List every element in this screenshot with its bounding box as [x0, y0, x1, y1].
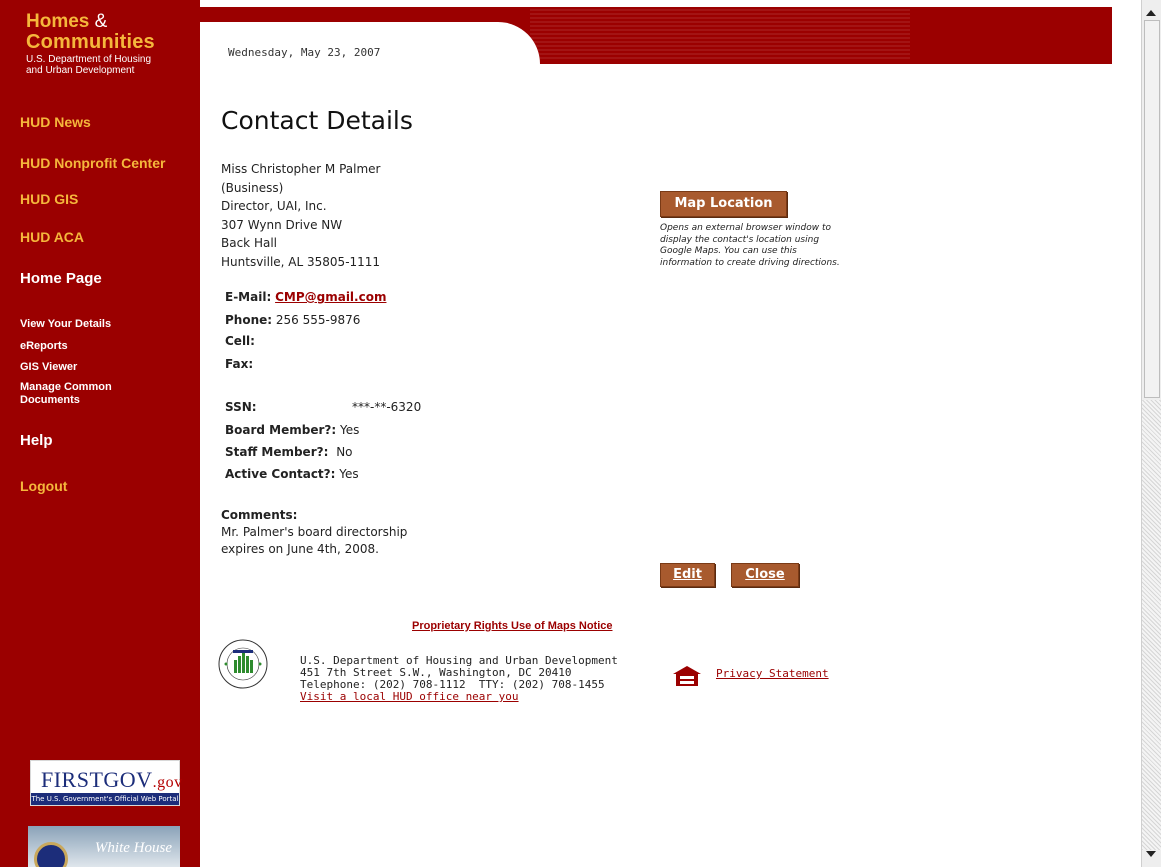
- sidebar-link-gis-viewer[interactable]: GIS Viewer: [20, 361, 77, 373]
- sidebar-link-logout[interactable]: Logout: [20, 478, 67, 494]
- firstgov-logo-text: FIRSTGOV: [41, 767, 153, 792]
- scroll-up-arrow-icon[interactable]: [1146, 10, 1156, 16]
- active-contact-value: Yes: [339, 467, 359, 481]
- vertical-scrollbar[interactable]: [1141, 0, 1161, 867]
- sidebar-link-view-your-details[interactable]: View Your Details: [20, 318, 111, 330]
- scroll-track[interactable]: [1142, 400, 1161, 850]
- email-link[interactable]: CMP@gmail.com: [275, 290, 386, 304]
- map-note-line: information to create driving directions…: [660, 257, 840, 268]
- address-line: Back Hall: [221, 236, 277, 250]
- staff-member-row: Staff Member?: No: [225, 445, 353, 459]
- cell-label: Cell:: [225, 334, 255, 348]
- hud-contact-info: U.S. Department of Housing and Urban Dev…: [300, 655, 618, 703]
- firstgov-logo[interactable]: FIRSTGOV.gov The U.S. Government's Offic…: [30, 760, 183, 806]
- sidebar-link-hud-nonprofit-center[interactable]: HUD Nonprofit Center: [20, 155, 165, 171]
- site-logo[interactable]: Homes & Communities U.S. Department of H…: [26, 11, 155, 77]
- sidebar-link-hud-news[interactable]: HUD News: [20, 114, 91, 130]
- address-line: Director, UAI, Inc.: [221, 199, 327, 213]
- header-date: Wednesday, May 23, 2007: [228, 46, 381, 59]
- board-member-value: Yes: [340, 423, 360, 437]
- map-location-button[interactable]: Map Location: [660, 191, 787, 217]
- presidential-seal-icon: [34, 842, 68, 867]
- header-stripe-decoration: [530, 9, 910, 59]
- sidebar-link-home-page[interactable]: Home Page: [20, 270, 102, 287]
- sidebar-link-ereports[interactable]: eReports: [20, 340, 68, 352]
- ssn-value: ***-**-6320: [352, 400, 422, 414]
- firstgov-logo-suffix: .gov: [152, 774, 183, 791]
- address-line: Miss Christopher M Palmer: [221, 162, 381, 176]
- phone-row: Phone: 256 555-9876: [225, 313, 360, 327]
- address-line: 307 Wynn Drive NW: [221, 217, 343, 232]
- maps-notice-link[interactable]: Proprietary Rights Use of Maps Notice: [412, 620, 613, 632]
- active-contact-row: Active Contact?: Yes: [225, 467, 359, 481]
- sidebar-link-documents[interactable]: Documents: [20, 394, 80, 406]
- comments-label: Comments:: [221, 508, 298, 522]
- board-member-label: Board Member?:: [225, 423, 337, 437]
- local-hud-office-link[interactable]: Visit a local HUD office near you: [300, 690, 519, 703]
- phone-label: Phone:: [225, 313, 273, 327]
- board-member-row: Board Member?: Yes: [225, 423, 359, 437]
- email-row: E-Mail: CMP@gmail.com: [225, 290, 386, 304]
- phone-value: 256 555-9876: [275, 313, 361, 327]
- equal-housing-icon: [673, 666, 701, 686]
- brand-title-line1: Homes: [26, 11, 90, 32]
- email-label: E-Mail:: [225, 290, 272, 304]
- page-title: Contact Details: [221, 106, 413, 135]
- fax-label: Fax:: [225, 357, 254, 371]
- staff-member-value: No: [336, 445, 353, 459]
- map-note-line: display the contact's location using: [660, 234, 820, 245]
- edit-button[interactable]: Edit: [660, 563, 715, 587]
- scroll-thumb[interactable]: [1144, 20, 1160, 398]
- sidebar-link-help[interactable]: Help: [20, 432, 53, 449]
- map-location-note: Opens an external browser window to disp…: [660, 223, 900, 269]
- sidebar-link-hud-gis[interactable]: HUD GIS: [20, 191, 78, 207]
- sidebar-link-manage-common[interactable]: Manage Common: [20, 381, 112, 393]
- comments-section: Comments: Mr. Palmer's board directorshi…: [221, 507, 407, 558]
- ssn-label: SSN:: [225, 400, 257, 414]
- close-button[interactable]: Close: [731, 563, 799, 587]
- whitehouse-logo[interactable]: White House: [28, 826, 180, 867]
- brand-title-line2: Communities: [26, 31, 155, 53]
- active-contact-label: Active Contact?:: [225, 467, 336, 481]
- firstgov-tagline: The U.S. Government's Official Web Porta…: [31, 793, 179, 805]
- sidebar-link-hud-aca[interactable]: HUD ACA: [20, 229, 84, 245]
- brand-amp: &: [94, 11, 108, 32]
- address-line: Huntsville, AL 35805-1111: [221, 254, 381, 269]
- sidebar: Homes & Communities U.S. Department of H…: [0, 0, 200, 867]
- whitehouse-logo-text: White House: [94, 840, 172, 856]
- ssn-row: SSN: ***-**-6320: [225, 400, 421, 414]
- contact-address: Miss Christopher M Palmer (Business) Dir…: [221, 160, 380, 271]
- staff-member-label: Staff Member?:: [225, 445, 329, 459]
- comments-line: Mr. Palmer's board directorship: [221, 525, 408, 539]
- scroll-down-arrow-icon[interactable]: [1146, 851, 1156, 857]
- comments-line: expires on June 4th, 2008.: [221, 542, 379, 556]
- brand-subtitle-line2: and Urban Development: [26, 65, 135, 76]
- address-line: (Business): [221, 180, 284, 195]
- hud-seal-icon: [218, 639, 268, 689]
- cell-row: Cell:: [225, 334, 255, 348]
- brand-subtitle-line1: U.S. Department of Housing: [26, 54, 152, 65]
- fax-row: Fax:: [225, 357, 253, 371]
- map-note-line: Google Maps. You can use this: [660, 246, 797, 256]
- privacy-statement-link[interactable]: Privacy Statement: [716, 667, 829, 680]
- map-note-line: Opens an external browser window to: [660, 223, 831, 233]
